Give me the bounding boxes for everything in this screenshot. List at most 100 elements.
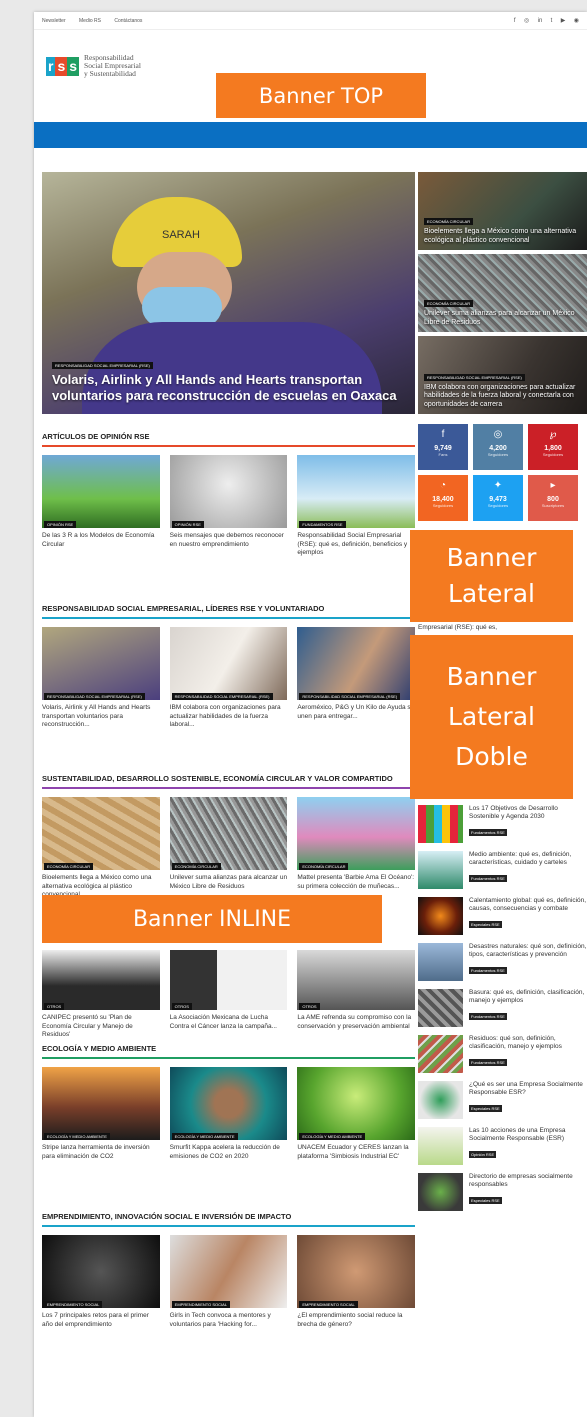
newsletter-link[interactable]: Newsletter [42,18,66,24]
list-item[interactable]: Residuos: qué son, definición, clasifica… [418,1035,587,1073]
list-item-title[interactable]: Calentamiento global: qué es, definición… [469,897,587,913]
card-title[interactable]: Unilever suma alianzas para alcanzar un … [170,874,288,891]
youtube-icon[interactable]: ▶ [561,18,566,24]
card-title[interactable]: Seis mensajes que debemos reconocer en n… [170,532,288,549]
twitter-counter[interactable]: ✦ 9,473 Seguidores [473,475,523,521]
side-story-3-title[interactable]: IBM colabora con organizaciones para act… [424,384,581,410]
card-tag[interactable]: Otros [44,1003,65,1010]
section-title[interactable]: EMPRENDIMIENTO, INNOVACIÓN SOCIAL E INVE… [42,1212,415,1227]
contact-link[interactable]: Contáctanos [114,18,142,24]
medio-rs-link[interactable]: Medio RS [79,18,101,24]
card-title[interactable]: CANIPEC presentó su 'Plan de Economía Ci… [42,1014,160,1040]
card-tag[interactable]: Economía Circular [171,863,221,870]
banner-top[interactable]: Banner TOP [216,73,426,118]
list-item-title[interactable]: Residuos: qué son, definición, clasifica… [469,1035,587,1051]
list-item-badge[interactable]: Fundamentos RSE [469,1013,507,1020]
list-item-badge[interactable]: Especiales RSE [469,921,502,928]
article-card[interactable]: Fundamentos RSE Responsabilidad Social Em… [297,455,416,558]
article-card[interactable]: Economía Circular Unilever suma alianzas … [169,797,288,900]
section-title[interactable]: RESPONSABILIDAD SOCIAL EMPRESARIAL, LÍDE… [42,604,415,619]
article-card[interactable]: Responsabilidad Social Empresarial (RSE)… [297,627,416,730]
article-card[interactable]: Emprendimiento Social ¿El emprendimiento … [297,1235,416,1329]
list-item[interactable]: Calentamiento global: qué es, definición… [418,897,587,935]
instagram-counter[interactable]: ◎ 4,200 Seguidores [473,424,523,470]
side-story-2[interactable]: ECONOMÍA CIRCULAR Unilever suma alianzas … [418,254,587,332]
instagram-icon[interactable]: ◎ [524,18,529,24]
banner-inline[interactable]: Banner INLINE [42,895,382,943]
side-story-1-tag[interactable]: ECONOMÍA CIRCULAR [424,218,474,225]
card-tag[interactable]: Fundamentos RSE [299,521,346,528]
card-title[interactable]: Smurfit Kappa acelera la reducción de em… [170,1144,288,1161]
article-card[interactable]: Ecología y Medio Ambiente Stripe lanza he… [42,1067,160,1161]
side-story-3[interactable]: RESPONSABILIDAD SOCIAL EMPRESARIAL (RSE)… [418,336,587,414]
nav-bar[interactable] [34,122,587,148]
card-title[interactable]: La Asociación Mexicana de Lucha Contra e… [170,1014,288,1031]
card-title[interactable]: Responsabilidad Social Empresarial (RSE)… [297,532,415,558]
card-tag[interactable]: Responsabilidad Social Empresarial (RSE) [171,693,273,700]
hero-story[interactable]: SARAH RESPONSABILIDAD SOCIAL EMPRESARIAL… [42,172,415,414]
pinterest-counter[interactable]: ℘ 1,800 Seguidores [528,424,578,470]
card-tag[interactable]: Ecología y Medio Ambiente [299,1133,366,1140]
section-title[interactable]: ECOLOGÍA Y MEDIO AMBIENTE [42,1044,415,1059]
article-card[interactable]: Otros La Asociación Mexicana de Lucha Con… [169,950,288,1040]
hero-tag[interactable]: RESPONSABILIDAD SOCIAL EMPRESARIAL (RSE) [52,362,153,369]
tumblr-icon[interactable]: t [551,18,553,24]
card-title[interactable]: Girls in Tech convoca a mentores y volun… [170,1312,288,1329]
facebook-icon[interactable]: f [514,18,516,24]
card-title[interactable]: La AME refrenda su compromiso con la con… [297,1014,415,1031]
article-card[interactable]: Opinión RSE Seis mensajes que debemos rec… [169,455,288,558]
list-item[interactable]: Directorio de empresas socialmente respo… [418,1173,587,1211]
article-card[interactable]: Ecología y Medio Ambiente Smurfit Kappa a… [169,1067,288,1161]
card-tag[interactable]: Economía Circular [44,863,94,870]
card-tag[interactable]: Responsabilidad Social Empresarial (RSE) [44,693,145,700]
card-tag[interactable]: Emprendimiento Social [171,1301,231,1308]
list-item[interactable]: ¿Qué es ser una Empresa Socialmente Resp… [418,1081,587,1119]
facebook-counter[interactable]: f 9,749 Fans [418,424,468,470]
list-item-title[interactable]: Desastres naturales: qué son, definición… [469,943,587,959]
youtube-counter[interactable]: ▸ 800 Suscriptores [528,475,578,521]
article-card[interactable]: Responsabilidad Social Empresarial (RSE)… [42,627,160,730]
card-title[interactable]: Mattel presenta 'Barbie Ama El Océano': … [297,874,415,891]
section-title[interactable]: ARTÍCULOS DE OPINIÓN RSE [42,432,415,447]
article-card[interactable]: Ecología y Medio Ambiente UNACEM Ecuador … [297,1067,416,1161]
hero-title[interactable]: Volaris, Airlink y All Hands and Hearts … [52,372,405,404]
linkedin-icon[interactable]: in [538,18,543,24]
card-tag[interactable]: Otros [171,1003,192,1010]
card-tag[interactable]: Ecología y Medio Ambiente [44,1133,110,1140]
list-item-title[interactable]: Medio ambiente: qué es, definición, cara… [469,851,587,867]
list-item-badge[interactable]: Fundamentos RSE [469,875,507,882]
card-title[interactable]: Stripe lanza herramienta de inversión pa… [42,1144,160,1161]
card-tag[interactable]: Ecología y Medio Ambiente [171,1133,238,1140]
side-story-2-tag[interactable]: ECONOMÍA CIRCULAR [424,300,474,307]
list-item[interactable]: Medio ambiente: qué es, definición, cara… [418,851,587,889]
side-story-2-title[interactable]: Unilever suma alianzas para alcanzar un … [424,310,581,327]
card-tag[interactable]: Emprendimiento Social [299,1301,358,1308]
list-item[interactable]: Los 17 Objetivos de Desarrollo Sostenibl… [418,805,587,843]
card-title[interactable]: UNACEM Ecuador y CERES lanzan la platafo… [297,1144,415,1161]
list-item[interactable]: Desastres naturales: qué son, definición… [418,943,587,981]
list-item[interactable]: Las 10 acciones de una Empresa Socialmen… [418,1127,587,1165]
side-story-1-title[interactable]: Bioelements llega a México como una alte… [424,228,581,245]
card-tag[interactable]: Opinión RSE [44,521,77,528]
card-title[interactable]: ¿El emprendimiento social reduce la brec… [297,1312,415,1329]
article-card[interactable]: Emprendimiento Social Girls in Tech convo… [169,1235,288,1329]
card-tag[interactable]: Opinión RSE [171,521,204,528]
list-item-title[interactable]: Directorio de empresas socialmente respo… [469,1173,587,1189]
card-title[interactable]: IBM colabora con organizaciones para act… [170,704,288,730]
side-story-1[interactable]: ECONOMÍA CIRCULAR Bioelements llega a Méx… [418,172,587,250]
list-item[interactable]: Basura: qué es, definición, clasificació… [418,989,587,1027]
list-item-badge[interactable]: Especiales RSE [469,1197,502,1204]
section-title[interactable]: SUSTENTABILIDAD, DESARROLLO SOSTENIBLE, … [42,774,415,789]
article-card[interactable]: Otros La AME refrenda su compromiso con l… [297,950,416,1040]
card-tag[interactable]: Responsabilidad Social Empresarial (RSE) [299,693,401,700]
list-item-title[interactable]: Las 10 acciones de una Empresa Socialmen… [469,1127,587,1143]
article-card[interactable]: Opinión RSE De las 3 R a los Modelos de E… [42,455,160,558]
article-card[interactable]: Responsabilidad Social Empresarial (RSE)… [169,627,288,730]
card-title[interactable]: Aeroméxico, P&G y Un Kilo de Ayuda se un… [297,704,415,721]
side-story-3-tag[interactable]: RESPONSABILIDAD SOCIAL EMPRESARIAL (RSE) [424,373,525,381]
list-item-title[interactable]: Basura: qué es, definición, clasificació… [469,989,587,1005]
article-card[interactable]: Economía Circular Bioelements llega a Méx… [42,797,160,900]
card-title[interactable]: Los 7 principales retos para el primer a… [42,1312,160,1329]
article-card[interactable]: Otros CANIPEC presentó su 'Plan de Econom… [42,950,160,1040]
article-card[interactable]: Emprendimiento Social Los 7 principales r… [42,1235,160,1329]
